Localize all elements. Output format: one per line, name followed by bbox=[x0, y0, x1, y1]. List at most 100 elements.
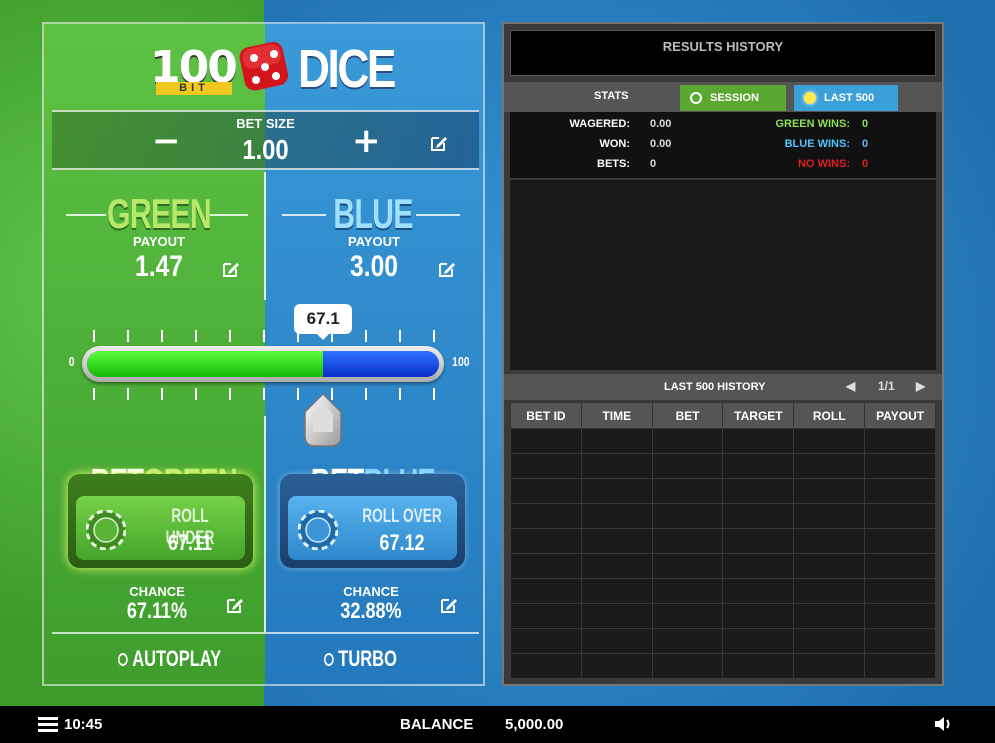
slider-tick bbox=[399, 388, 401, 400]
slider-blue-fill bbox=[323, 351, 439, 377]
slider-tick bbox=[433, 330, 435, 342]
game-panel: 100 BIT DICE BET SIZE − 1.00 + GREEN BLU… bbox=[42, 22, 485, 686]
won-value: 0.00 bbox=[650, 138, 672, 150]
menu-icon[interactable] bbox=[38, 717, 58, 733]
results-graph-area bbox=[510, 180, 936, 370]
turbo-toggle[interactable]: TURBO bbox=[324, 646, 397, 672]
blue-payout-label: PAYOUT bbox=[347, 234, 400, 249]
green-wins-value: 0 bbox=[862, 118, 869, 130]
slider-tick bbox=[127, 330, 129, 342]
tab-session[interactable]: SESSION bbox=[680, 85, 786, 111]
edit-blue-payout-icon[interactable] bbox=[438, 260, 456, 278]
slider-tick bbox=[229, 330, 231, 342]
bet-size-label: BET SIZE bbox=[236, 116, 295, 131]
table-row bbox=[510, 453, 936, 479]
roll-under-value: 67.11 bbox=[167, 530, 213, 555]
blue-chance-label: CHANCE bbox=[343, 584, 399, 599]
bet-green-button[interactable]: ROLL UNDER 67.11 bbox=[68, 474, 253, 568]
wagered-value: 0.00 bbox=[650, 118, 672, 130]
slider-tick bbox=[433, 388, 435, 400]
slider-max-label: 100 bbox=[452, 354, 470, 369]
column-header: TIME bbox=[580, 402, 653, 429]
logo-bit: BIT bbox=[156, 82, 232, 95]
table-row bbox=[510, 428, 936, 454]
autoplay-toggle[interactable]: AUTOPLAY bbox=[118, 646, 221, 672]
slider-tick bbox=[195, 330, 197, 342]
blue-chance-value: 32.88% bbox=[340, 598, 402, 623]
slider-track[interactable] bbox=[82, 346, 444, 382]
blue-wins-label: BLUE WINS: bbox=[784, 138, 850, 150]
page-indicator: 1/1 bbox=[878, 379, 895, 393]
slider-tick bbox=[161, 388, 163, 400]
stats-label: STATS bbox=[594, 90, 629, 102]
bet-size-control: BET SIZE − 1.00 + bbox=[52, 110, 479, 170]
column-header: TARGET bbox=[722, 402, 795, 429]
blue-payout-value: 3.00 bbox=[350, 250, 398, 283]
prev-page-icon[interactable]: ◀ bbox=[846, 379, 855, 393]
target-slider[interactable]: 0 100 67.1 bbox=[44, 304, 483, 447]
history-table: BET ID TIME BET TARGET ROLL PAYOUT bbox=[510, 402, 936, 679]
table-row bbox=[510, 653, 936, 679]
table-row bbox=[510, 528, 936, 554]
column-header: BET ID bbox=[510, 402, 582, 429]
history-header-bar: LAST 500 HISTORY ◀ 1/1 ▶ bbox=[504, 374, 942, 400]
table-row bbox=[510, 603, 936, 629]
slider-min-label: 0 bbox=[68, 354, 75, 369]
no-wins-value: 0 bbox=[862, 158, 869, 170]
bet-blue-button[interactable]: ROLL OVER 67.12 bbox=[280, 474, 465, 568]
no-wins-label: NO WINS: bbox=[798, 158, 850, 170]
wagered-label: WAGERED: bbox=[569, 118, 631, 130]
blue-side-title: BLUE bbox=[333, 190, 413, 237]
results-history-title: RESULTS HISTORY bbox=[662, 39, 784, 54]
green-chance-value: 67.11% bbox=[126, 598, 188, 623]
slider-tick bbox=[365, 330, 367, 342]
edit-green-chance-icon[interactable] bbox=[226, 596, 244, 614]
green-payout-label: PAYOUT bbox=[132, 234, 185, 249]
slider-tick bbox=[195, 388, 197, 400]
edit-green-payout-icon[interactable] bbox=[222, 260, 240, 278]
options-bar: AUTOPLAY TURBO bbox=[52, 632, 479, 680]
slider-value-bubble: 67.1 bbox=[294, 304, 353, 340]
radio-icon bbox=[118, 652, 128, 666]
next-page-icon[interactable]: ▶ bbox=[916, 379, 925, 393]
radio-icon bbox=[324, 652, 334, 666]
history-title: LAST 500 HISTORY bbox=[664, 381, 766, 393]
table-row bbox=[510, 628, 936, 654]
roll-over-label: ROLL OVER bbox=[362, 506, 442, 527]
slider-tick bbox=[161, 330, 163, 342]
slider-tick bbox=[93, 388, 95, 400]
slider-tick bbox=[127, 388, 129, 400]
slider-handle[interactable] bbox=[301, 392, 345, 448]
tab-last-500[interactable]: LAST 500 bbox=[794, 85, 898, 111]
chip-icon bbox=[86, 510, 126, 550]
table-row bbox=[510, 553, 936, 579]
edit-blue-chance-icon[interactable] bbox=[440, 596, 458, 614]
green-payout-value: 1.47 bbox=[135, 250, 183, 283]
chip-icon bbox=[298, 510, 338, 550]
slider-tick bbox=[297, 388, 299, 400]
green-chance-label: CHANCE bbox=[129, 584, 185, 599]
balance-value: 5,000.00 bbox=[505, 716, 564, 733]
table-row bbox=[510, 478, 936, 504]
game-logo: 100 BIT DICE bbox=[150, 36, 396, 106]
dice-icon bbox=[239, 41, 289, 91]
roll-over-value: 67.12 bbox=[379, 530, 425, 555]
column-header: ROLL bbox=[793, 402, 866, 429]
sound-icon[interactable] bbox=[934, 715, 954, 733]
slider-tick bbox=[263, 330, 265, 342]
increase-bet-button[interactable]: + bbox=[352, 124, 381, 158]
stats-bar: STATS SESSION LAST 500 bbox=[504, 82, 942, 112]
slider-tick bbox=[365, 388, 367, 400]
edit-bet-size-icon[interactable] bbox=[430, 134, 448, 152]
table-row bbox=[510, 578, 936, 604]
column-header: PAYOUT bbox=[864, 402, 936, 429]
slider-tick bbox=[93, 330, 95, 342]
radio-selected-icon bbox=[804, 92, 816, 104]
results-history-strip: RESULTS HISTORY bbox=[510, 30, 936, 76]
slider-tick bbox=[399, 330, 401, 342]
slider-tick bbox=[263, 388, 265, 400]
logo-word: DICE bbox=[298, 39, 396, 99]
green-wins-label: GREEN WINS: bbox=[775, 118, 850, 130]
status-bar: 10:45 BALANCE 5,000.00 bbox=[0, 706, 995, 743]
results-panel: RESULTS HISTORY STATS SESSION LAST 500 W… bbox=[502, 22, 944, 686]
